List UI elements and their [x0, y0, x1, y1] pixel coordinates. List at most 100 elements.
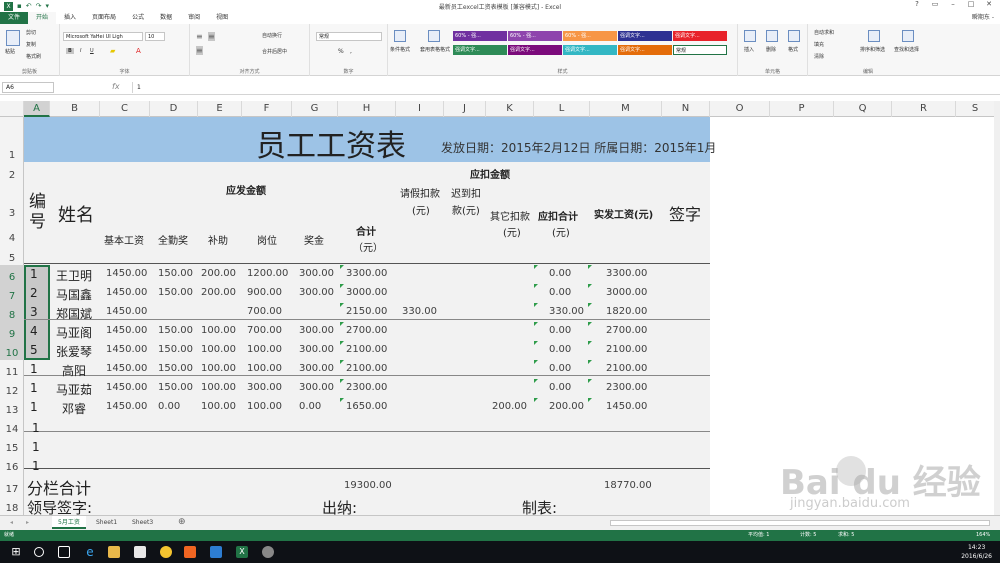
fill-button[interactable]: 填充 — [814, 41, 824, 48]
excel-taskbar-icon[interactable]: X — [236, 546, 248, 558]
wrap-text-button[interactable]: 自动换行 — [262, 32, 282, 39]
row-header-9[interactable]: 9 — [0, 322, 24, 341]
find-select-icon[interactable] — [902, 30, 914, 42]
record-bonus[interactable]: 300.00 — [299, 344, 334, 355]
merge-center-button[interactable]: 合并后居中 — [262, 48, 287, 55]
record-no[interactable]: 1 — [30, 400, 38, 414]
record-deduct[interactable]: 200.00 — [549, 401, 584, 412]
record-attend[interactable]: 150.00 — [158, 287, 193, 298]
column-header-a[interactable]: A — [24, 101, 50, 117]
record-total[interactable]: 2700.00 — [346, 325, 387, 336]
app-icon-orange[interactable] — [184, 546, 196, 558]
column-header-h[interactable]: H — [338, 101, 396, 117]
record-deduct[interactable]: 0.00 — [549, 363, 571, 374]
record-attend[interactable]: 0.00 — [158, 401, 180, 412]
record-no[interactable]: 5 — [30, 343, 38, 357]
record-net[interactable]: 2100.00 — [606, 363, 647, 374]
column-header-e[interactable]: E — [198, 101, 242, 117]
delete-cells-button[interactable]: 删除 — [766, 46, 776, 53]
format-cells-button[interactable]: 格式 — [788, 46, 798, 53]
record-no[interactable]: 4 — [30, 324, 38, 338]
undo-icon[interactable]: ↶ — [26, 2, 32, 10]
vertical-scrollbar[interactable] — [994, 101, 1000, 515]
task-view-icon[interactable] — [58, 546, 70, 558]
column-header-o[interactable]: O — [710, 101, 770, 117]
record-bonus[interactable]: 300.00 — [299, 268, 334, 279]
style-cell-7[interactable]: 强调文字... — [508, 45, 562, 55]
row-header-2[interactable]: 2 — [0, 162, 24, 182]
tab-review[interactable]: 审阅 — [180, 12, 208, 24]
record-base[interactable]: 1450.00 — [106, 287, 147, 298]
record-allow[interactable]: 200.00 — [201, 268, 236, 279]
copy-button[interactable]: 复制 — [26, 41, 36, 48]
record-no[interactable]: 1 — [30, 381, 38, 395]
record-allow[interactable]: 100.00 — [201, 382, 236, 393]
record-attend[interactable]: 150.00 — [158, 363, 193, 374]
font-name-combo[interactable]: Microsoft YaHei UI Ligh — [63, 32, 143, 41]
clear-button[interactable]: 清除 — [814, 53, 824, 60]
record-total[interactable]: 3000.00 — [346, 287, 387, 298]
tab-home[interactable]: 开始 — [28, 11, 57, 25]
record-total[interactable]: 2100.00 — [346, 344, 387, 355]
record-attend[interactable]: 150.00 — [158, 325, 193, 336]
record-attend[interactable]: 150.00 — [158, 344, 193, 355]
style-cell-normal[interactable]: 常规 — [673, 45, 727, 55]
column-header-n[interactable]: N — [662, 101, 710, 117]
save-icon[interactable]: ▪ — [17, 2, 22, 10]
percent-button[interactable]: % — [338, 48, 344, 55]
style-cell-6[interactable]: 强调文字... — [453, 45, 507, 55]
tab-insert[interactable]: 插入 — [56, 12, 84, 24]
edge-icon[interactable]: e — [84, 546, 96, 558]
record-name[interactable]: 马国鑫 — [56, 286, 92, 303]
row-header-11[interactable]: 11 — [0, 360, 24, 379]
maximize-icon[interactable]: □ — [962, 0, 980, 8]
tab-scroll-right-icon[interactable]: ▸ — [20, 516, 35, 529]
record-total[interactable]: 1650.00 — [346, 401, 387, 412]
tab-formulas[interactable]: 公式 — [124, 12, 152, 24]
clock[interactable]: 14:23 2016/6/26 — [961, 543, 992, 561]
row-header-8[interactable]: 8 — [0, 303, 24, 322]
tab-view[interactable]: 视图 — [208, 12, 236, 24]
app-icon-blue[interactable] — [210, 546, 222, 558]
record-name[interactable]: 王卫明 — [56, 267, 92, 284]
app-icon-gray[interactable] — [262, 546, 274, 558]
column-header-j[interactable]: J — [444, 101, 486, 117]
align-center-icon[interactable]: ≡ — [196, 46, 203, 55]
record-base[interactable]: 1450.00 — [106, 325, 147, 336]
sheet-tab-sheet3[interactable]: Sheet3 — [126, 516, 159, 529]
minimize-icon[interactable]: – — [944, 0, 962, 8]
align-middle-icon[interactable]: ≡ — [208, 32, 215, 41]
record-total[interactable]: 3300.00 — [346, 268, 387, 279]
record-attend[interactable]: 150.00 — [158, 268, 193, 279]
row-header-7[interactable]: 7 — [0, 284, 24, 303]
paste-button[interactable]: 粘贴 — [5, 48, 15, 55]
insert-cells-button[interactable]: 插入 — [744, 46, 754, 53]
row-header-12[interactable]: 12 — [0, 379, 24, 398]
row-header-18[interactable]: 18 — [0, 496, 24, 515]
style-cell-9[interactable]: 强调文字... — [618, 45, 672, 55]
record-deduct[interactable]: 0.00 — [549, 382, 571, 393]
column-header-s[interactable]: S — [956, 101, 994, 117]
row-header-1[interactable]: 1 — [0, 117, 24, 162]
comma-button[interactable]: , — [350, 48, 352, 55]
name-box[interactable]: A6 — [2, 82, 54, 93]
column-header-p[interactable]: P — [770, 101, 834, 117]
record-name[interactable]: 邓睿 — [62, 400, 86, 417]
record-other[interactable]: 200.00 — [492, 401, 527, 412]
sort-filter-icon[interactable] — [868, 30, 880, 42]
column-header-d[interactable]: D — [150, 101, 198, 117]
italic-button[interactable]: I — [80, 48, 81, 54]
record-allow[interactable]: 200.00 — [201, 287, 236, 298]
redo-icon[interactable]: ↷ — [36, 2, 42, 10]
record-allow[interactable]: 100.00 — [201, 363, 236, 374]
style-cell-8[interactable]: 强调文字... — [563, 45, 617, 55]
delete-cells-icon[interactable] — [766, 30, 778, 42]
autosum-button[interactable]: 自动求和 — [814, 29, 834, 36]
record-base[interactable]: 1450.00 — [106, 268, 147, 279]
record-total[interactable]: 2150.00 — [346, 306, 387, 317]
paste-icon[interactable] — [6, 30, 20, 46]
record-net[interactable]: 2300.00 — [606, 382, 647, 393]
file-explorer-icon[interactable] — [108, 546, 120, 558]
record-deduct[interactable]: 0.00 — [549, 287, 571, 298]
style-cell-2[interactable]: 60% - 强... — [508, 31, 562, 41]
